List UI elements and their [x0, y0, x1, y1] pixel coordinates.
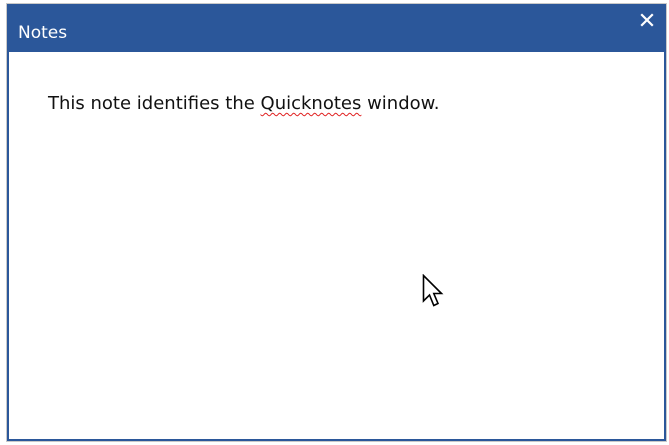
- notes-window: Notes This note identifies the Quicknote…: [7, 4, 666, 441]
- close-button[interactable]: [632, 7, 662, 35]
- title-bar[interactable]: Notes: [7, 4, 666, 52]
- note-editor[interactable]: This note identifies the Quicknotes wind…: [9, 52, 664, 439]
- note-text-start: This note identifies the: [48, 93, 261, 114]
- misspelled-word[interactable]: Quicknotes: [261, 93, 362, 114]
- note-text-end: window.: [361, 93, 440, 114]
- note-text[interactable]: This note identifies the Quicknotes wind…: [48, 92, 439, 116]
- close-icon: [640, 13, 654, 27]
- mouse-pointer-icon: [422, 274, 444, 307]
- window-title: Notes: [18, 23, 68, 43]
